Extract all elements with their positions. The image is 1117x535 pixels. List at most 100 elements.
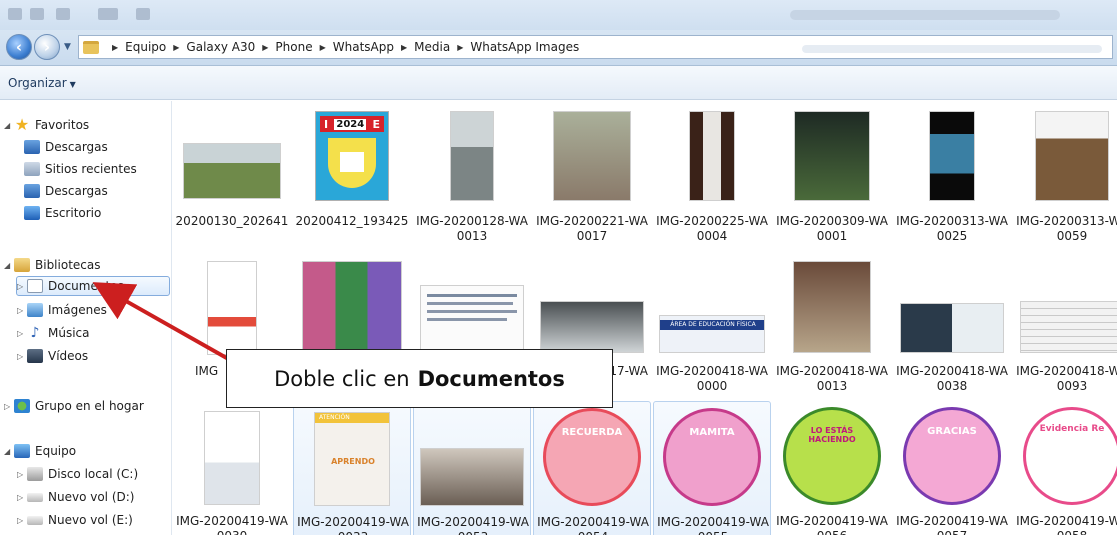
thumbnail-caption: APRENDO [331,457,375,466]
file-tile[interactable]: 20200130_202641 [173,101,291,251]
breadcrumb-equipo[interactable]: Equipo [125,40,166,54]
file-tile[interactable]: Evidencia Re IMG-20200419-WA0058 [1013,401,1117,535]
nav-item-label: Disco local (C:) [48,467,139,481]
computer-icon [14,444,30,458]
photo-thumbnail [450,111,494,201]
nav-item-documentos[interactable]: ▷ Documentos [16,276,170,296]
expand-arrow-icon[interactable]: ▷ [17,470,27,479]
breadcrumb-whatsapp-images[interactable]: WhatsApp Images [470,40,579,54]
nav-item-label: Sitios recientes [45,162,137,176]
file-name: IMG-20200221-WA0017 [536,214,648,243]
nav-item-vol-d[interactable]: ▷ Nuevo vol (D:) [17,487,134,507]
photo-thumbnail: I 2024 E [315,111,389,201]
nav-item-imagenes[interactable]: ▷ Imágenes [17,300,107,320]
nav-libraries[interactable]: ◢ Bibliotecas [4,255,100,275]
file-tile[interactable]: IMG-20200313-WA0059 [1013,101,1117,251]
sticker-caption: RECUERDA [561,427,623,438]
sticker-caption: GRACIAS [927,426,977,437]
desktop-icon [24,206,40,220]
file-tile[interactable]: IMG-20200418-WA0038 [893,251,1011,401]
file-tile[interactable]: ATENCIÓN APRENDO IMG-20200419-WA0033 [293,401,411,535]
breadcrumb-separator-icon[interactable]: ▶ [320,43,326,52]
folder-properties-icon[interactable] [30,8,44,20]
nav-item-videos[interactable]: ▷ Vídeos [17,346,88,366]
file-tile[interactable]: IMG-20200419-WA0053 [413,401,531,535]
nav-homegroup-label: Grupo en el hogar [35,399,144,413]
photo-thumbnail [794,111,870,201]
recent-places-icon [24,162,40,176]
sticker-caption: MAMITA [689,427,735,438]
nav-computer[interactable]: ◢ Equipo [4,441,76,461]
file-name: IMG-20200418-WA0038 [896,364,1008,393]
view-icon[interactable] [136,8,150,20]
address-field[interactable]: ▶ Equipo ▶ Galaxy A30 ▶ Phone ▶ WhatsApp… [78,35,1113,59]
history-dropdown-icon[interactable]: ▼ [64,42,71,52]
nav-item-label: Descargas [45,184,108,198]
hard-drive-icon [27,467,43,481]
nav-homegroup[interactable]: ▷ Grupo en el hogar [4,396,144,416]
collapse-arrow-icon[interactable]: ◢ [4,447,14,456]
file-tile[interactable]: MAMITA IMG-20200419-WA0055 [653,401,771,535]
photo-thumbnail [420,285,524,355]
file-tile[interactable]: IMG-20200225-WA0004 [653,101,771,251]
breadcrumb-separator-icon[interactable]: ▶ [457,43,463,52]
file-tile[interactable]: IMG-20200128-WA0013 [413,101,531,251]
expand-arrow-icon[interactable]: ▷ [17,516,27,525]
file-tile[interactable]: IMG-20200418-WA0013 [773,251,891,401]
file-tile[interactable]: LO ESTÁS HACIENDO IMG-20200419-WA0056 [773,401,891,535]
file-name: IMG-20200313-WA0059 [1016,214,1117,243]
nav-item-escritorio[interactable]: Escritorio [24,203,101,223]
file-tile[interactable]: RECUERDA IMG-20200419-WA0054 [533,401,651,535]
file-tile[interactable]: I 2024 E 20200412_193425 [293,101,411,251]
nav-item-sitios-recientes[interactable]: Sitios recientes [24,159,137,179]
forward-button[interactable]: › [34,34,60,60]
nav-favorites[interactable]: ◢ ★ Favoritos [4,115,89,135]
file-tile[interactable]: IMG-20200418-WA0093 [1013,251,1117,401]
breadcrumb-separator-icon[interactable]: ▶ [262,43,268,52]
expand-arrow-icon[interactable]: ▷ [4,402,14,411]
expand-arrow-icon[interactable]: ▷ [17,329,27,338]
search-box[interactable] [802,45,1102,53]
expand-arrow-icon[interactable]: ▷ [17,306,27,315]
video-icon [27,349,43,363]
breadcrumb-separator-icon[interactable]: ▶ [173,43,179,52]
sticker-thumbnail: Evidencia Re [1023,407,1117,505]
photo-thumbnail [1020,301,1117,353]
file-name: 20200130_202641 [175,214,289,228]
properties-icon[interactable] [8,8,22,20]
file-tile[interactable]: IMG-20200221-WA0017 [533,101,651,251]
collapse-arrow-icon[interactable]: ◢ [4,261,14,270]
undo-icon[interactable] [56,8,70,20]
nav-item-label: Escritorio [45,206,102,220]
collapse-arrow-icon[interactable]: ◢ [4,121,14,130]
file-name: 20200412_193425 [295,214,409,228]
file-name: IMG-20200128-WA0013 [416,214,528,243]
nav-item-descargas-2[interactable]: Descargas [24,181,108,201]
breadcrumb-separator-icon[interactable]: ▶ [401,43,407,52]
photo-thumbnail [553,111,631,201]
file-tile[interactable]: ÁREA DE EDUCACIÓN FÍSICA IMG-20200418-WA… [653,251,771,401]
callout-text: Doble clic en [274,366,410,391]
photo-thumbnail: ATENCIÓN APRENDO [314,412,390,506]
file-tile[interactable]: IMG-20200309-WA0001 [773,101,891,251]
sticker-thumbnail: GRACIAS [903,407,1001,505]
file-tile[interactable]: IMG-20200313-WA0025 [893,101,1011,251]
organize-button[interactable]: Organizar ▼ [8,76,76,90]
breadcrumb-separator-icon[interactable]: ▶ [112,43,118,52]
expand-arrow-icon[interactable]: ▷ [17,352,27,361]
breadcrumb-phone[interactable]: Phone [275,40,312,54]
nav-item-vol-e[interactable]: ▷ Nuevo vol (E:) [17,510,133,530]
file-tile[interactable]: IMG-20200419-WA0030 [173,401,291,535]
breadcrumb-galaxy[interactable]: Galaxy A30 [186,40,255,54]
quick-access-icon[interactable] [98,8,118,20]
file-tile[interactable]: GRACIAS IMG-20200419-WA0057 [893,401,1011,535]
nav-item-musica[interactable]: ▷ ♪ Música [17,323,90,343]
back-button[interactable]: ‹ [6,34,32,60]
nav-item-descargas[interactable]: Descargas [24,137,108,157]
breadcrumb-media[interactable]: Media [414,40,450,54]
nav-item-disco-c[interactable]: ▷ Disco local (C:) [17,464,138,484]
expand-arrow-icon[interactable]: ▷ [17,493,27,502]
breadcrumb-whatsapp[interactable]: WhatsApp [333,40,394,54]
expand-arrow-icon[interactable]: ▷ [17,282,27,291]
logo-text: I [324,117,329,131]
